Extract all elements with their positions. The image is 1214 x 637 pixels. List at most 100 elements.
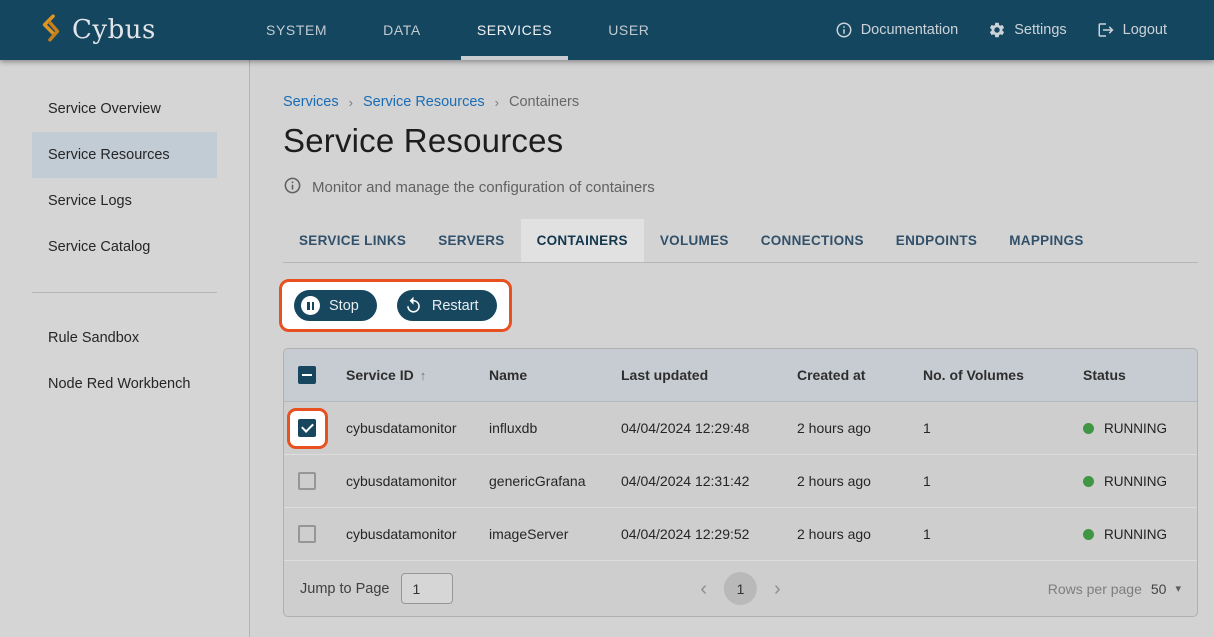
brand-name: Cybus bbox=[72, 15, 156, 45]
select-all-checkbox[interactable] bbox=[298, 366, 316, 384]
cell-status: RUNNING bbox=[1067, 527, 1197, 542]
status-running-icon bbox=[1083, 529, 1094, 540]
row-checkbox[interactable] bbox=[298, 525, 316, 543]
actions-highlight-annotation: Stop Restart bbox=[279, 279, 512, 332]
stop-button-label: Stop bbox=[329, 298, 359, 314]
breadcrumb-service-resources[interactable]: Service Resources bbox=[363, 94, 485, 110]
cell-name: genericGrafana bbox=[473, 473, 605, 489]
tab-endpoints[interactable]: ENDPOINTS bbox=[880, 219, 993, 262]
navbar-right: Documentation Settings Logout bbox=[835, 0, 1214, 60]
cell-name: influxdb bbox=[473, 420, 605, 436]
containers-table: Service ID ↑ Name Last updated Created a… bbox=[283, 348, 1198, 617]
pause-icon bbox=[301, 296, 320, 315]
chevron-down-icon: ▾ bbox=[1175, 582, 1181, 595]
cell-last-updated: 04/04/2024 12:31:42 bbox=[605, 473, 781, 489]
info-icon bbox=[283, 176, 302, 199]
column-header-name[interactable]: Name bbox=[473, 367, 605, 383]
tab-containers[interactable]: CONTAINERS bbox=[521, 219, 644, 262]
table-row-imageserver[interactable]: cybusdatamonitor imageServer 04/04/2024 … bbox=[284, 508, 1197, 561]
tab-connections[interactable]: CONNECTIONS bbox=[745, 219, 880, 262]
cell-last-updated: 04/04/2024 12:29:52 bbox=[605, 526, 781, 542]
column-header-last-updated[interactable]: Last updated bbox=[605, 367, 781, 383]
cell-volumes: 1 bbox=[907, 526, 1067, 542]
table-row-genericgrafana[interactable]: cybusdatamonitor genericGrafana 04/04/20… bbox=[284, 455, 1197, 508]
previous-page-icon[interactable]: ‹ bbox=[696, 579, 711, 599]
rows-per-page-label: Rows per page bbox=[1048, 581, 1142, 597]
cybus-logo-icon bbox=[40, 14, 62, 47]
cell-service-id: cybusdatamonitor bbox=[330, 526, 473, 542]
current-page-button[interactable]: 1 bbox=[724, 572, 757, 605]
sidebar-item-service-resources[interactable]: Service Resources bbox=[32, 132, 217, 178]
row-checkbox[interactable] bbox=[298, 472, 316, 490]
status-running-icon bbox=[1083, 476, 1094, 487]
nav-item-services[interactable]: SERVICES bbox=[461, 0, 568, 60]
column-header-volumes[interactable]: No. of Volumes bbox=[907, 367, 1067, 383]
logout-label: Logout bbox=[1123, 22, 1167, 38]
pagination: ‹ 1 › bbox=[696, 572, 784, 605]
settings-link[interactable]: Settings bbox=[988, 21, 1066, 39]
cell-status: RUNNING bbox=[1067, 474, 1197, 489]
nav-item-user[interactable]: USER bbox=[592, 0, 665, 60]
stop-button[interactable]: Stop bbox=[294, 290, 377, 321]
row-checkbox[interactable] bbox=[298, 419, 316, 437]
cell-created-at: 2 hours ago bbox=[781, 420, 907, 436]
cell-volumes: 1 bbox=[907, 473, 1067, 489]
sidebar-item-service-catalog[interactable]: Service Catalog bbox=[32, 224, 217, 270]
breadcrumb-services[interactable]: Services bbox=[283, 94, 339, 110]
page-title: Service Resources bbox=[283, 122, 1198, 160]
cybus-logo[interactable]: Cybus bbox=[0, 0, 250, 60]
main-nav: SYSTEM DATA SERVICES USER bbox=[250, 0, 690, 60]
nav-item-data[interactable]: DATA bbox=[367, 0, 437, 60]
gear-icon bbox=[988, 21, 1006, 39]
sidebar-item-service-overview[interactable]: Service Overview bbox=[32, 86, 217, 132]
sidebar: Service Overview Service Resources Servi… bbox=[0, 60, 250, 637]
sidebar-divider bbox=[32, 292, 217, 293]
column-header-status[interactable]: Status bbox=[1067, 367, 1197, 383]
resource-tabs: SERVICE LINKS SERVERS CONTAINERS VOLUMES… bbox=[283, 219, 1198, 263]
status-running-icon bbox=[1083, 423, 1094, 434]
next-page-icon[interactable]: › bbox=[770, 579, 785, 599]
logout-link[interactable]: Logout bbox=[1097, 21, 1167, 39]
sidebar-item-node-red-workbench[interactable]: Node Red Workbench bbox=[32, 361, 217, 407]
breadcrumb-current: Containers bbox=[509, 94, 579, 110]
top-navbar: Cybus SYSTEM DATA SERVICES USER Document… bbox=[0, 0, 1214, 60]
rows-per-page-select[interactable]: Rows per page 50 ▾ bbox=[1048, 581, 1181, 597]
sidebar-item-rule-sandbox[interactable]: Rule Sandbox bbox=[32, 315, 217, 361]
tab-service-links[interactable]: SERVICE LINKS bbox=[283, 219, 422, 262]
restart-button[interactable]: Restart bbox=[397, 290, 497, 321]
cell-service-id: cybusdatamonitor bbox=[330, 420, 473, 436]
column-header-service-id[interactable]: Service ID ↑ bbox=[346, 367, 426, 383]
checkbox-highlight-annotation bbox=[287, 408, 328, 449]
page-subtitle: Monitor and manage the configuration of … bbox=[283, 176, 1198, 199]
tab-volumes[interactable]: VOLUMES bbox=[644, 219, 745, 262]
info-icon bbox=[835, 21, 853, 39]
cell-name: imageServer bbox=[473, 526, 605, 542]
restart-icon bbox=[404, 296, 423, 315]
sidebar-item-service-logs[interactable]: Service Logs bbox=[32, 178, 217, 224]
table-header-row: Service ID ↑ Name Last updated Created a… bbox=[284, 349, 1197, 402]
nav-item-system[interactable]: SYSTEM bbox=[250, 0, 343, 60]
table-row-influxdb[interactable]: cybusdatamonitor influxdb 04/04/2024 12:… bbox=[284, 402, 1197, 455]
main-content: Services › Service Resources › Container… bbox=[250, 60, 1214, 637]
breadcrumb: Services › Service Resources › Container… bbox=[283, 94, 1198, 110]
breadcrumb-separator-icon: › bbox=[495, 95, 499, 110]
documentation-link[interactable]: Documentation bbox=[835, 21, 959, 39]
sort-ascending-icon: ↑ bbox=[420, 368, 427, 383]
cell-volumes: 1 bbox=[907, 420, 1067, 436]
cell-created-at: 2 hours ago bbox=[781, 526, 907, 542]
settings-label: Settings bbox=[1014, 22, 1066, 38]
column-header-created-at[interactable]: Created at bbox=[781, 367, 907, 383]
rows-per-page-value: 50 bbox=[1151, 581, 1167, 597]
jump-to-page: Jump to Page bbox=[300, 573, 453, 604]
documentation-label: Documentation bbox=[861, 22, 959, 38]
tab-mappings[interactable]: MAPPINGS bbox=[993, 219, 1099, 262]
table-footer: Jump to Page ‹ 1 › Rows per page 50 ▾ bbox=[284, 561, 1197, 616]
cell-status: RUNNING bbox=[1067, 421, 1197, 436]
tab-servers[interactable]: SERVERS bbox=[422, 219, 520, 262]
cell-last-updated: 04/04/2024 12:29:48 bbox=[605, 420, 781, 436]
breadcrumb-separator-icon: › bbox=[349, 95, 353, 110]
restart-button-label: Restart bbox=[432, 298, 479, 314]
cell-created-at: 2 hours ago bbox=[781, 473, 907, 489]
jump-to-page-input[interactable] bbox=[401, 573, 453, 604]
cell-service-id: cybusdatamonitor bbox=[330, 473, 473, 489]
